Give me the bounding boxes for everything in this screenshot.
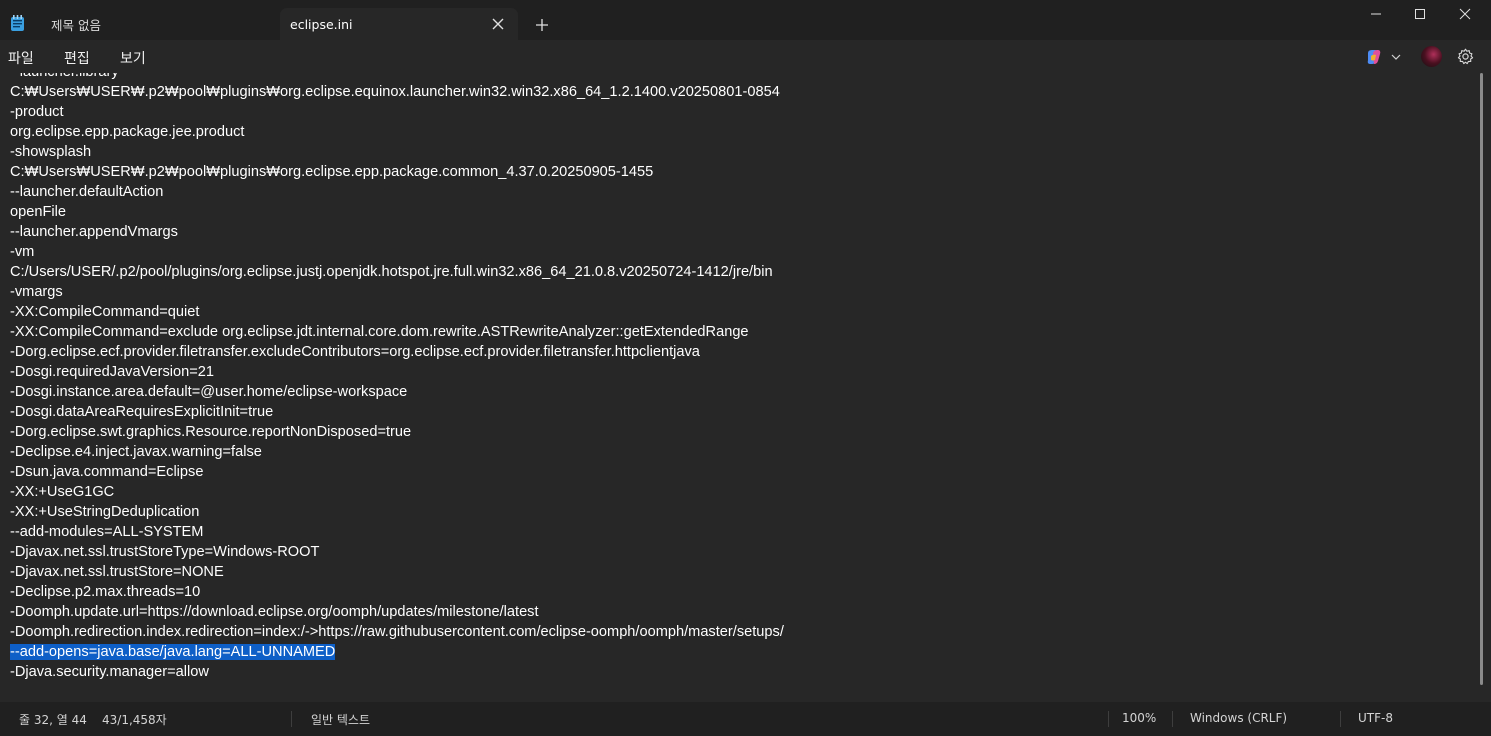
status-divider <box>1172 711 1173 727</box>
editor-line[interactable]: -Djava.security.manager=allow <box>10 662 784 682</box>
tab-eclipse-ini[interactable]: eclipse.ini <box>280 8 518 40</box>
line-text: -Djavax.net.ssl.trustStore=NONE <box>10 564 224 580</box>
line-text: -Dsun.java.command=Eclipse <box>10 464 204 480</box>
menu-view[interactable]: 보기 <box>120 48 146 68</box>
editor-line[interactable]: -Doomph.update.url=https://download.ecli… <box>10 602 784 622</box>
editor-line[interactable]: -XX:CompileCommand=quiet <box>10 302 784 322</box>
editor-line[interactable]: -vm <box>10 242 784 262</box>
title-bar: 제목 없음 eclipse.ini <box>0 0 1491 40</box>
editor-line[interactable]: C:₩Users₩USER₩.p2₩pool₩plugins₩org.eclip… <box>10 82 784 102</box>
tab-label: 제목 없음 <box>51 17 101 33</box>
editor-line[interactable]: -vmargs <box>10 282 784 302</box>
editor-line[interactable]: -Djavax.net.ssl.trustStore=NONE <box>10 562 784 582</box>
editor-line[interactable]: -Declipse.p2.max.threads=10 <box>10 582 784 602</box>
tab-label: eclipse.ini <box>290 16 353 32</box>
editor-line[interactable]: --add-modules=ALL-SYSTEM <box>10 522 784 542</box>
menu-file[interactable]: 파일 <box>8 48 34 68</box>
line-text: -Djava.security.manager=allow <box>10 664 209 680</box>
editor-content[interactable]: --launcher.library C:₩Users₩USER₩.p2₩pool… <box>10 73 784 682</box>
file-type: 일반 텍스트 <box>311 713 371 727</box>
line-text: C:/Users/USER/.p2/pool/plugins/org.eclip… <box>10 264 773 280</box>
editor-line[interactable]: -Doomph.redirection.index.redirection=in… <box>10 622 784 642</box>
editor-line[interactable]: -Dsun.java.command=Eclipse <box>10 462 784 482</box>
editor-line[interactable]: --launcher.library <box>10 73 784 82</box>
editor-line[interactable]: --add-opens=java.base/java.lang=ALL-UNNA… <box>10 642 784 662</box>
editor-line[interactable]: -XX:+UseStringDeduplication <box>10 502 784 522</box>
status-bar: 줄 32, 열 44 43/1,458자 일반 텍스트 100% Windows… <box>0 702 1491 736</box>
cursor-position: 줄 32, 열 44 <box>19 713 87 727</box>
editor-line[interactable]: -Dosgi.dataAreaRequiresExplicitInit=true <box>10 402 784 422</box>
editor-line[interactable]: C:₩Users₩USER₩.p2₩pool₩plugins₩org.eclip… <box>10 162 784 182</box>
line-text: -Declipse.p2.max.threads=10 <box>10 584 201 600</box>
selected-text: --add-opens=java.base/java.lang=ALL-UNNA… <box>10 644 336 660</box>
chevron-down-icon[interactable] <box>1391 53 1401 61</box>
line-text: -Doomph.update.url=https://download.ecli… <box>10 604 539 620</box>
editor-line[interactable]: --launcher.defaultAction <box>10 182 784 202</box>
line-text: -Declipse.e4.inject.javax.warning=false <box>10 444 262 460</box>
editor-line[interactable]: openFile <box>10 202 784 222</box>
line-text: --add-modules=ALL-SYSTEM <box>10 524 204 540</box>
encoding[interactable]: UTF-8 <box>1358 711 1393 725</box>
line-text: -XX:CompileCommand=exclude org.eclipse.j… <box>10 324 749 340</box>
menu-bar: 파일 편집 보기 <box>0 40 1491 73</box>
line-text: -vm <box>10 244 35 260</box>
minimize-icon <box>1371 13 1381 15</box>
tab-untitled[interactable]: 제목 없음 <box>36 8 280 40</box>
line-text: -Dosgi.dataAreaRequiresExplicitInit=true <box>10 404 274 420</box>
line-text: -XX:CompileCommand=quiet <box>10 304 200 320</box>
copilot-icon[interactable] <box>1365 48 1383 66</box>
char-count: 43/1,458자 <box>102 713 167 727</box>
editor-line[interactable]: -Declipse.e4.inject.javax.warning=false <box>10 442 784 462</box>
gear-icon[interactable] <box>1457 48 1474 65</box>
line-text: --launcher.defaultAction <box>10 184 164 200</box>
line-text: -XX:+UseG1GC <box>10 484 115 500</box>
line-text: -Dosgi.instance.area.default=@user.home/… <box>10 384 408 400</box>
editor-line[interactable]: -XX:CompileCommand=exclude org.eclipse.j… <box>10 322 784 342</box>
line-ending[interactable]: Windows (CRLF) <box>1190 711 1287 725</box>
line-text: -Dosgi.requiredJavaVersion=21 <box>10 364 215 380</box>
editor-line[interactable]: -Djavax.net.ssl.trustStoreType=Windows-R… <box>10 542 784 562</box>
avatar[interactable] <box>1421 46 1442 67</box>
editor-line[interactable]: -Dorg.eclipse.ecf.provider.filetransfer.… <box>10 342 784 362</box>
close-icon[interactable] <box>490 16 506 32</box>
line-text: openFile <box>10 204 66 220</box>
line-text: -XX:+UseStringDeduplication <box>10 504 200 520</box>
editor-line[interactable]: --launcher.appendVmargs <box>10 222 784 242</box>
editor-line[interactable]: -Dosgi.requiredJavaVersion=21 <box>10 362 784 382</box>
status-divider <box>1340 711 1341 727</box>
status-divider <box>1108 711 1109 727</box>
editor-line[interactable]: -Dosgi.instance.area.default=@user.home/… <box>10 382 784 402</box>
line-text: --launcher.appendVmargs <box>10 224 178 240</box>
line-text: -Djavax.net.ssl.trustStoreType=Windows-R… <box>10 544 320 560</box>
editor-line[interactable]: C:/Users/USER/.p2/pool/plugins/org.eclip… <box>10 262 784 282</box>
line-text: --launcher.library <box>10 73 119 80</box>
line-text: C:₩Users₩USER₩.p2₩pool₩plugins₩org.eclip… <box>10 84 780 100</box>
minimize-button[interactable] <box>1353 4 1399 24</box>
plus-icon[interactable] <box>533 16 551 34</box>
notepad-icon <box>11 15 24 31</box>
line-text: -showsplash <box>10 144 92 160</box>
line-text: -Dorg.eclipse.swt.graphics.Resource.repo… <box>10 424 412 440</box>
line-text: C:₩Users₩USER₩.p2₩pool₩plugins₩org.eclip… <box>10 164 654 180</box>
maximize-button[interactable] <box>1397 4 1443 24</box>
line-text: org.eclipse.epp.package.jee.product <box>10 124 245 140</box>
vertical-scrollbar[interactable] <box>1480 73 1483 685</box>
editor-line[interactable]: -XX:+UseG1GC <box>10 482 784 502</box>
line-text: -vmargs <box>10 284 63 300</box>
editor-line[interactable]: -product <box>10 102 784 122</box>
close-window-icon <box>1459 8 1471 20</box>
zoom-level[interactable]: 100% <box>1122 711 1156 725</box>
line-text: -product <box>10 104 64 120</box>
menu-edit[interactable]: 편집 <box>64 48 90 68</box>
close-window-button[interactable] <box>1442 4 1488 24</box>
editor-line[interactable]: -Dorg.eclipse.swt.graphics.Resource.repo… <box>10 422 784 442</box>
line-text: -Dorg.eclipse.ecf.provider.filetransfer.… <box>10 344 700 360</box>
line-text: -Doomph.redirection.index.redirection=in… <box>10 624 784 640</box>
text-editor[interactable]: --launcher.library C:₩Users₩USER₩.p2₩pool… <box>0 73 1491 702</box>
maximize-icon <box>1415 9 1425 19</box>
editor-line[interactable]: org.eclipse.epp.package.jee.product <box>10 122 784 142</box>
status-divider <box>291 711 292 727</box>
editor-line[interactable]: -showsplash <box>10 142 784 162</box>
